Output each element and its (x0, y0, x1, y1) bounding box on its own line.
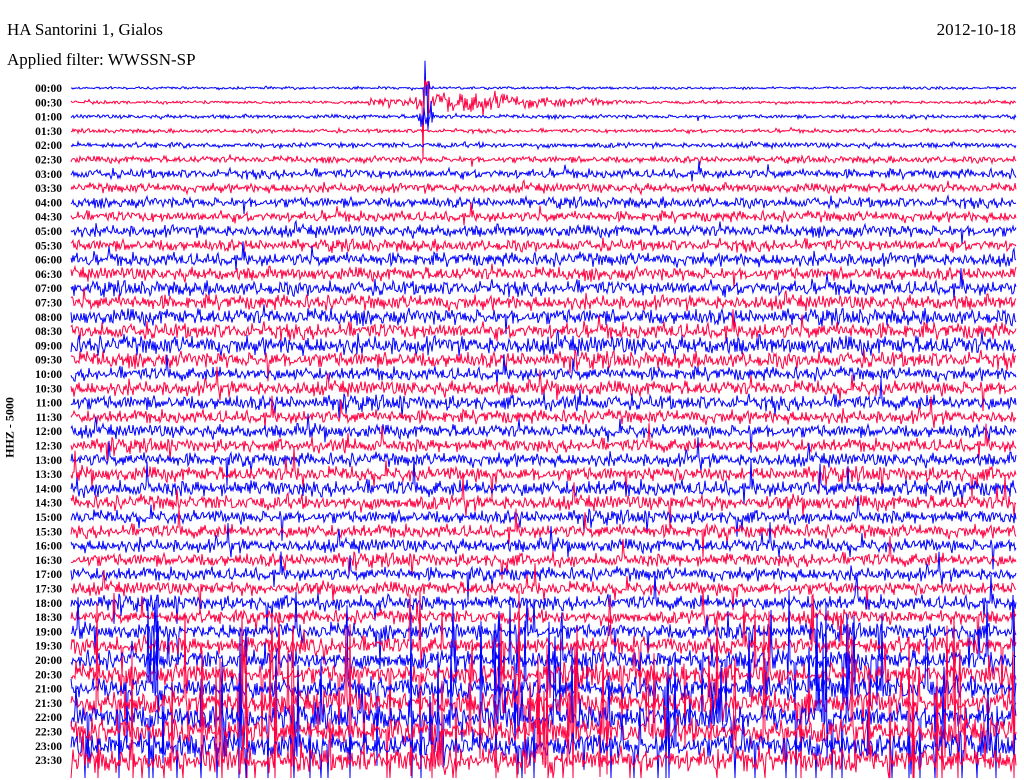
row-time-label: 08:00 (35, 312, 62, 324)
row-time-label: 21:30 (35, 698, 62, 710)
row-time-label: 22:30 (35, 727, 62, 739)
trace-row-1230 (70, 423, 1017, 461)
row-time-label: 13:00 (35, 455, 62, 467)
row-time-label: 05:00 (35, 226, 62, 238)
row-time-label: 23:30 (35, 755, 62, 767)
row-time-label: 09:00 (35, 340, 62, 352)
trace-row-0330 (70, 179, 1017, 196)
row-time-label: 04:30 (35, 212, 62, 224)
row-time-label: 15:00 (35, 512, 62, 524)
row-time-label: 04:00 (35, 197, 62, 209)
trace-row-0100 (70, 100, 1017, 129)
helicorder-plot: 00:00 00:30 01:00 01:30 02:00 02:30 03:00 03:30… (35, 60, 1017, 779)
trace-row-0600 (70, 241, 1017, 271)
row-time-label: 03:30 (35, 183, 62, 195)
row-time-label: 16:30 (35, 555, 62, 567)
row-time-label: 06:00 (35, 255, 62, 267)
row-time-label: 18:30 (35, 612, 62, 624)
row-time-label: 07:00 (35, 283, 62, 295)
trace-row-0000 (70, 60, 1017, 131)
row-time-label: 19:30 (35, 641, 62, 653)
row-time-label: 17:00 (35, 569, 62, 581)
row-time-label: 08:30 (35, 326, 62, 338)
row-time-label: 14:30 (35, 498, 62, 510)
row-time-label: 00:30 (35, 97, 62, 109)
row-time-label: 10:30 (35, 383, 62, 395)
row-time-label: 14:00 (35, 483, 62, 495)
row-time-label: 05:30 (35, 240, 62, 252)
trace-row-0530 (70, 237, 1017, 254)
row-time-label: 23:00 (35, 741, 62, 753)
trace-row-0130 (70, 126, 1017, 135)
row-time-label: 17:30 (35, 584, 62, 596)
trace-row-0230 (70, 153, 1017, 167)
row-time-label: 20:00 (35, 655, 62, 667)
row-time-label: 15:30 (35, 526, 62, 538)
trace-row-0500 (70, 219, 1017, 245)
trace-row-0300 (70, 161, 1017, 182)
row-time-label: 11:00 (36, 398, 62, 410)
row-time-label: 03:00 (35, 169, 62, 181)
row-time-label: 22:00 (35, 712, 62, 724)
row-time-label: 10:00 (35, 369, 62, 381)
trace-row-0730 (70, 287, 1017, 312)
row-time-label: 12:00 (35, 426, 62, 438)
row-time-label: 19:00 (35, 626, 62, 638)
row-time-label: 11:30 (36, 412, 62, 424)
trace-row-0200 (70, 140, 1017, 151)
row-time-label: 09:30 (35, 355, 62, 367)
row-time-label: 00:00 (35, 83, 62, 95)
row-time-label: 12:30 (35, 441, 62, 453)
row-time-label: 20:30 (35, 669, 62, 681)
trace-row-0630 (70, 263, 1017, 289)
row-time-label: 21:00 (35, 684, 62, 696)
row-time-label: 01:30 (35, 126, 62, 138)
row-time-label: 06:30 (35, 269, 62, 281)
row-time-label: 13:30 (35, 469, 62, 481)
row-time-label: 02:30 (35, 155, 62, 167)
trace-row-0030 (70, 79, 1017, 160)
row-time-label: 07:30 (35, 298, 62, 310)
trace-row-0400 (70, 194, 1017, 215)
row-time-label: 02:00 (35, 140, 62, 152)
row-time-label: 01:00 (35, 112, 62, 124)
row-time-label: 16:00 (35, 541, 62, 553)
row-time-label: 18:00 (35, 598, 62, 610)
